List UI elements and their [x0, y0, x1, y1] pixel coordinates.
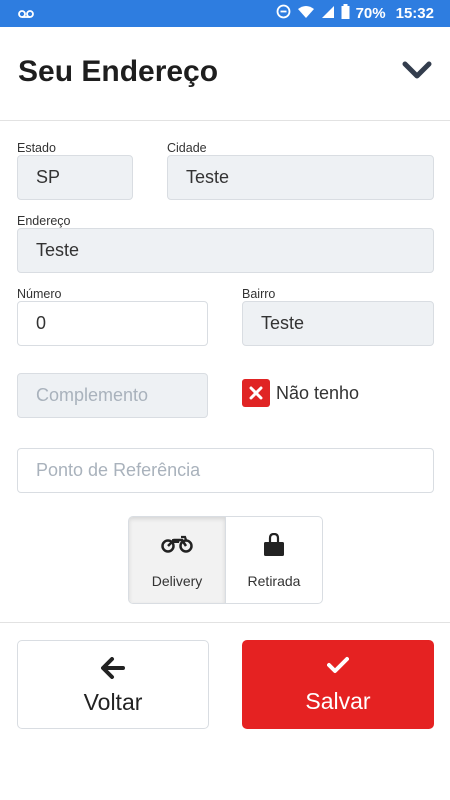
divider — [0, 622, 450, 623]
battery-icon — [341, 4, 350, 23]
page-title: Seu Endereço — [18, 55, 219, 88]
cidade-field[interactable]: Teste — [167, 155, 434, 200]
delivery-mode-selector: Delivery Retirada — [128, 516, 323, 604]
arrow-left-icon — [18, 657, 208, 679]
endereco-label: Endereço — [17, 214, 71, 228]
referencia-field[interactable]: Ponto de Referência — [17, 448, 434, 493]
voicemail-icon — [18, 6, 34, 24]
nao-tenho-checkbox[interactable] — [242, 379, 270, 407]
shopping-bag-icon — [226, 533, 322, 557]
estado-label: Estado — [17, 141, 56, 155]
back-button-label: Voltar — [83, 689, 143, 715]
bairro-label: Bairro — [242, 287, 276, 301]
save-button-label: Salvar — [305, 688, 371, 714]
chevron-down-icon[interactable] — [402, 61, 432, 86]
close-icon — [249, 386, 263, 405]
signal-icon — [321, 5, 335, 23]
check-icon — [242, 656, 434, 674]
bairro-field[interactable]: Teste — [242, 301, 434, 346]
endereco-field[interactable]: Teste — [17, 228, 434, 273]
delivery-label: Delivery — [151, 573, 203, 589]
numero-label: Número — [17, 287, 62, 301]
retirada-option[interactable]: Retirada — [225, 517, 322, 603]
wifi-icon — [297, 5, 315, 23]
complemento-field[interactable]: Complemento — [17, 373, 208, 418]
status-bar: 70% 15:32 — [0, 0, 450, 27]
save-button[interactable]: Salvar — [242, 640, 434, 729]
nao-tenho-label[interactable]: Não tenho — [276, 383, 359, 404]
estado-field[interactable]: SP — [17, 155, 133, 200]
delivery-option[interactable]: Delivery — [129, 517, 225, 603]
header: Seu Endereço — [0, 27, 450, 121]
clock: 15:32 — [395, 5, 434, 22]
cidade-label: Cidade — [167, 141, 207, 155]
dnd-icon — [276, 4, 291, 23]
battery-level: 70% — [355, 5, 386, 22]
numero-field[interactable]: 0 — [17, 301, 208, 346]
motorcycle-icon — [129, 533, 225, 553]
back-button[interactable]: Voltar — [17, 640, 209, 729]
retirada-label: Retirada — [247, 573, 301, 589]
